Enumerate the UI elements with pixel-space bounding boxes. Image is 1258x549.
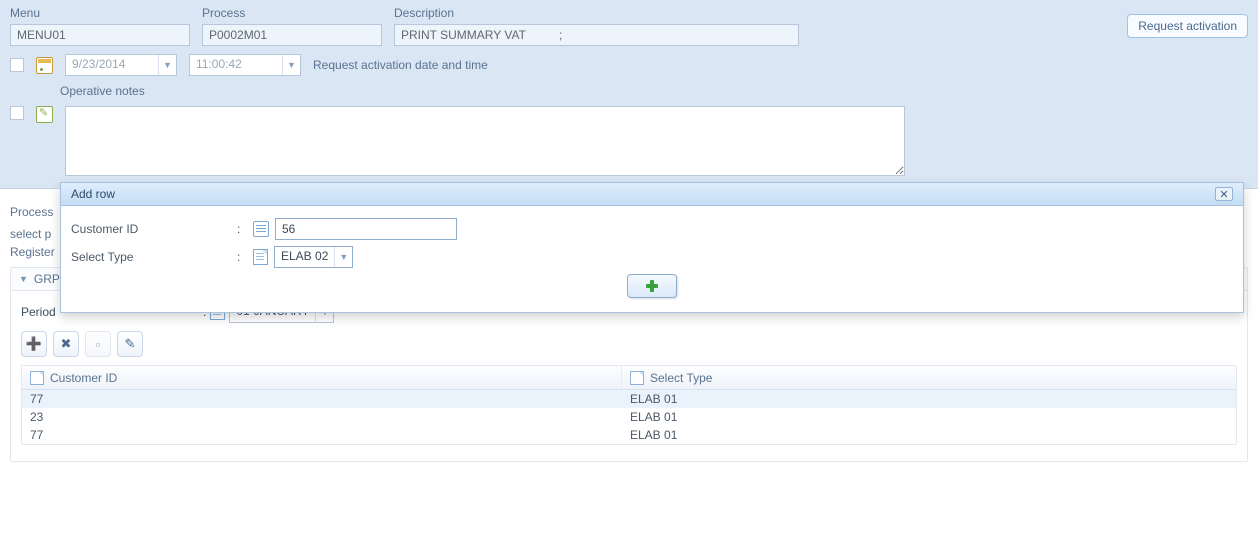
request-activation-button[interactable]: Request activation (1127, 14, 1248, 38)
customer-id-label: Customer ID (71, 222, 231, 236)
process-input[interactable] (202, 24, 382, 46)
menu-input[interactable] (10, 24, 190, 46)
customer-id-input[interactable] (275, 218, 457, 240)
chevron-down-icon[interactable]: ▼ (158, 55, 176, 75)
description-label: Description (394, 6, 799, 20)
detail-grid: Customer ID Select Type 77 ELAB 01 23 EL… (21, 365, 1237, 445)
cell-select-type: ELAB 01 (622, 410, 685, 424)
chevron-down-icon[interactable]: ▼ (334, 247, 352, 267)
colon: : (237, 250, 247, 264)
select-type-dropdown[interactable]: ELAB 02 ▼ (274, 246, 353, 268)
table-row[interactable]: 77 ELAB 01 (22, 390, 1236, 408)
notes-icon[interactable] (36, 106, 53, 123)
add-row-modal: Add row ✕ Customer ID : Select Type : EL… (60, 182, 1244, 313)
tool-button-3[interactable]: ▫ (85, 331, 111, 357)
select-type-value: ELAB 02 (275, 247, 334, 267)
add-row-button[interactable]: ➕ (21, 331, 47, 357)
confirm-add-button[interactable] (627, 274, 677, 298)
activation-checkbox[interactable] (10, 58, 24, 72)
menu-label: Menu (10, 6, 190, 20)
cell-customer-id: 23 (22, 410, 622, 424)
colon: : (237, 222, 247, 236)
cell-select-type: ELAB 01 (622, 428, 685, 442)
table-row[interactable]: 23 ELAB 01 (22, 408, 1236, 426)
collapse-icon: ▼ (19, 274, 28, 284)
request-datetime-label: Request activation date and time (313, 58, 488, 72)
column-select-type[interactable]: Select Type (650, 371, 712, 385)
plus-icon (646, 280, 658, 292)
cell-select-type: ELAB 01 (622, 392, 685, 406)
edit-row-button[interactable]: ✎ (117, 331, 143, 357)
time-value: 11:00:42 (190, 55, 282, 75)
lookup-icon[interactable] (253, 221, 269, 237)
date-value: 9/23/2014 (66, 55, 158, 75)
select-type-label: Select Type (71, 250, 231, 264)
delete-row-button[interactable]: ✖ (53, 331, 79, 357)
calendar-icon[interactable] (36, 57, 53, 74)
chevron-down-icon[interactable]: ▼ (282, 55, 300, 75)
close-icon[interactable]: ✕ (1215, 187, 1233, 201)
date-picker[interactable]: 9/23/2014 ▼ (65, 54, 177, 76)
description-input[interactable] (394, 24, 799, 46)
column-icon (30, 371, 44, 385)
column-customer-id[interactable]: Customer ID (50, 371, 117, 385)
cell-customer-id: 77 (22, 428, 622, 442)
time-picker[interactable]: 11:00:42 ▼ (189, 54, 301, 76)
cell-customer-id: 77 (22, 392, 622, 406)
notes-checkbox[interactable] (10, 106, 24, 120)
column-icon (630, 371, 644, 385)
process-label: Process (202, 6, 382, 20)
operative-notes-label: Operative notes (60, 84, 145, 98)
operative-notes-textarea[interactable] (65, 106, 905, 176)
header-panel: Menu Process Description Request activat… (0, 0, 1258, 189)
document-icon[interactable] (253, 249, 268, 265)
modal-titlebar[interactable]: Add row ✕ (61, 183, 1243, 206)
modal-title-text: Add row (71, 187, 115, 201)
table-row[interactable]: 77 ELAB 01 (22, 426, 1236, 444)
